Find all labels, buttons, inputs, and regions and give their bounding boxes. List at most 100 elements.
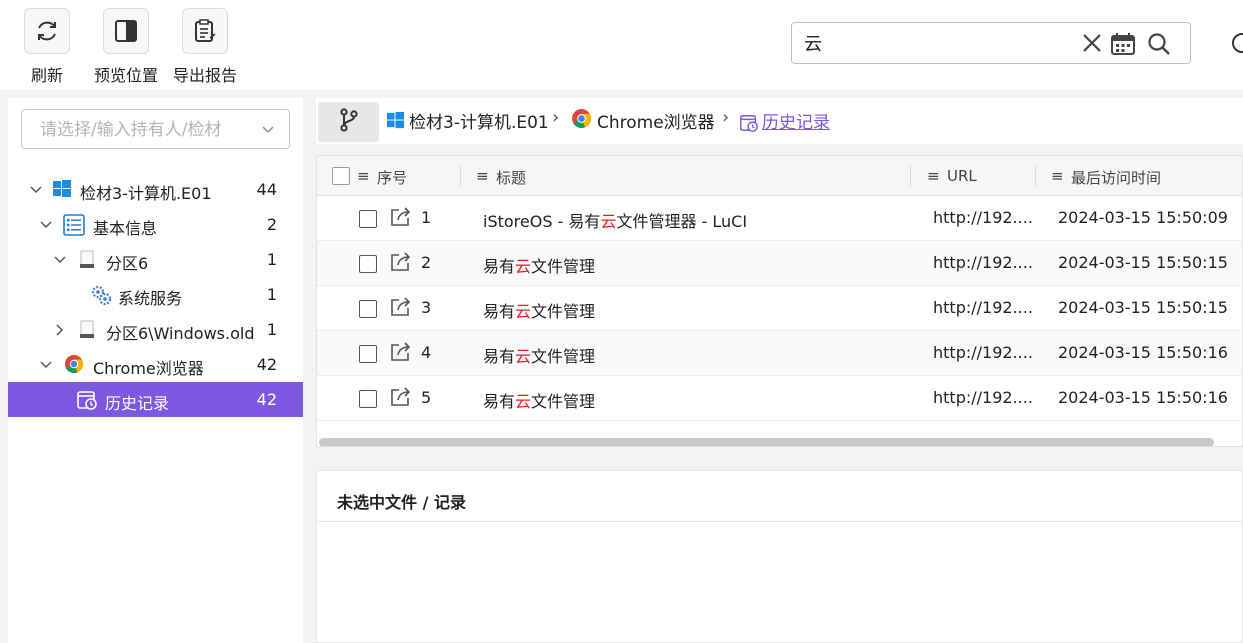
- row-last-visit: 2024-03-15 15:50:16: [1058, 388, 1228, 407]
- search-highlight: 云: [515, 257, 532, 276]
- preview-panel-icon: [103, 8, 149, 54]
- owner-select[interactable]: [21, 109, 290, 149]
- column-header-index[interactable]: 序号: [377, 167, 407, 188]
- info-list-icon: [63, 214, 85, 240]
- select-all-checkbox[interactable]: [332, 167, 350, 185]
- tree-item-label: 基本信息: [93, 219, 158, 238]
- refresh-icon: [24, 8, 70, 54]
- row-last-visit: 2024-03-15 15:50:09: [1058, 208, 1228, 227]
- open-external-icon[interactable]: [389, 295, 413, 323]
- chevron-down-icon[interactable]: [261, 122, 275, 141]
- open-external-icon[interactable]: [389, 205, 413, 233]
- chevron-down-icon[interactable]: [39, 357, 53, 376]
- tree-item-label: 历史记录: [105, 394, 170, 413]
- branch-button[interactable]: [318, 102, 379, 142]
- drive-icon: [78, 319, 96, 343]
- tree-item-label: 分区6\Windows.old: [106, 324, 255, 343]
- breadcrumb-item-evidence[interactable]: 检材3-计算机.E01: [409, 108, 549, 133]
- row-index: 3: [421, 298, 432, 317]
- gear-cluster-icon: [90, 284, 112, 310]
- column-menu-icon[interactable]: ≡: [927, 167, 940, 185]
- search-highlight: 云: [600, 212, 617, 231]
- table-row[interactable]: 1 iStoreOS - 易有云文件管理器 - LuCI http://192.…: [317, 196, 1242, 241]
- open-external-icon[interactable]: [389, 250, 413, 278]
- horizontal-scrollbar[interactable]: [319, 438, 1214, 446]
- column-header-url[interactable]: URL: [947, 167, 977, 185]
- tree-item-system-services[interactable]: 系统服务 1: [8, 277, 303, 312]
- tree-item-partition6-windows-old[interactable]: 分区6\Windows.old 1: [8, 312, 303, 347]
- row-title: 易有云文件管理: [483, 347, 596, 366]
- tree-item-history[interactable]: 历史记录 42: [8, 382, 303, 417]
- row-index: 1: [421, 208, 432, 227]
- chevron-right-icon: ›: [722, 107, 730, 128]
- row-title: 易有云文件管理: [483, 257, 596, 276]
- row-url: http://192....: [933, 208, 1033, 227]
- column-divider[interactable]: [910, 166, 911, 186]
- search-icon[interactable]: [1147, 32, 1171, 60]
- chevron-down-icon[interactable]: [29, 182, 43, 201]
- row-url: http://192....: [933, 298, 1033, 317]
- export-report-label: 导出报告: [172, 66, 237, 85]
- table-header: ≡ 序号 ≡ 标题 ≡ URL ≡ 最后访问时间: [317, 156, 1242, 196]
- column-divider[interactable]: [1035, 166, 1036, 186]
- breadcrumb-item-history[interactable]: 历史记录: [762, 108, 830, 133]
- column-menu-icon[interactable]: ≡: [1051, 167, 1064, 185]
- refresh-button[interactable]: 刷新: [12, 8, 82, 86]
- chrome-icon: [571, 108, 592, 133]
- open-external-icon[interactable]: [389, 385, 413, 413]
- export-report-button[interactable]: 导出报告: [170, 8, 240, 86]
- tree-item-label: 分区6: [106, 254, 149, 273]
- tree-item-count: 2: [266, 215, 277, 234]
- row-checkbox[interactable]: [359, 300, 377, 318]
- chevron-right-icon[interactable]: [53, 322, 67, 341]
- row-checkbox[interactable]: [359, 390, 377, 408]
- row-checkbox[interactable]: [359, 345, 377, 363]
- open-external-icon[interactable]: [389, 340, 413, 368]
- breadcrumb-item-chrome[interactable]: Chrome浏览器: [597, 108, 715, 133]
- tree-item-partition6[interactable]: 分区6 1: [8, 242, 303, 277]
- tree-item-count: 1: [266, 285, 277, 304]
- column-menu-icon[interactable]: ≡: [357, 167, 370, 185]
- column-header-title[interactable]: 标题: [496, 167, 526, 188]
- column-header-last-visit[interactable]: 最后访问时间: [1071, 167, 1161, 188]
- branch-icon: [337, 107, 361, 137]
- tree-item-count: 1: [266, 320, 277, 339]
- column-divider[interactable]: [460, 166, 461, 186]
- row-last-visit: 2024-03-15 15:50:16: [1058, 343, 1228, 362]
- row-last-visit: 2024-03-15 15:50:15: [1058, 253, 1228, 272]
- tree-item-evidence-e01[interactable]: 检材3-计算机.E01 44: [8, 172, 303, 207]
- row-title: iStoreOS - 易有云文件管理器 - LuCI: [483, 212, 748, 231]
- calendar-icon[interactable]: [1110, 32, 1136, 60]
- tree-item-label: 系统服务: [118, 289, 183, 308]
- row-checkbox[interactable]: [359, 255, 377, 273]
- table-row[interactable]: 2 易有云文件管理 http://192.... 2024-03-15 15:5…: [317, 241, 1242, 286]
- row-index: 5: [421, 388, 432, 407]
- chrome-icon: [64, 354, 84, 378]
- row-title: 易有云文件管理: [483, 392, 596, 411]
- clear-icon[interactable]: [1081, 32, 1103, 58]
- breadcrumb: 检材3-计算机.E01 › Chrome浏览器 › 历史记录: [316, 98, 1243, 144]
- detail-panel: 未选中文件 / 记录: [316, 470, 1243, 643]
- search-box: [791, 22, 1191, 64]
- divider: [317, 521, 1243, 522]
- row-title: 易有云文件管理: [483, 302, 596, 321]
- tree-item-count: 42: [256, 390, 277, 409]
- detail-title: 未选中文件 / 记录: [337, 493, 466, 512]
- owner-select-input[interactable]: [40, 118, 260, 142]
- table-row[interactable]: 4 易有云文件管理 http://192.... 2024-03-15 15:5…: [317, 331, 1242, 376]
- tree-item-chrome[interactable]: Chrome浏览器 42: [8, 347, 303, 382]
- chevron-down-icon[interactable]: [53, 252, 67, 271]
- refresh-label: 刷新: [30, 66, 63, 85]
- column-menu-icon[interactable]: ≡: [476, 167, 489, 185]
- chevron-down-icon[interactable]: [39, 217, 53, 236]
- tree-item-basic-info[interactable]: 基本信息 2: [8, 207, 303, 242]
- table-row[interactable]: 5 易有云文件管理 http://192.... 2024-03-15 15:5…: [317, 376, 1242, 421]
- windows-icon: [386, 111, 405, 134]
- windows-icon: [52, 179, 72, 203]
- preview-position-button[interactable]: 预览位置: [91, 8, 161, 86]
- search-input[interactable]: [804, 29, 1074, 57]
- clock-icon[interactable]: [1232, 33, 1243, 53]
- history-table: ≡ 序号 ≡ 标题 ≡ URL ≡ 最后访问时间 1 iStoreOS - 易有…: [316, 155, 1243, 447]
- table-row[interactable]: 3 易有云文件管理 http://192.... 2024-03-15 15:5…: [317, 286, 1242, 331]
- row-checkbox[interactable]: [359, 210, 377, 228]
